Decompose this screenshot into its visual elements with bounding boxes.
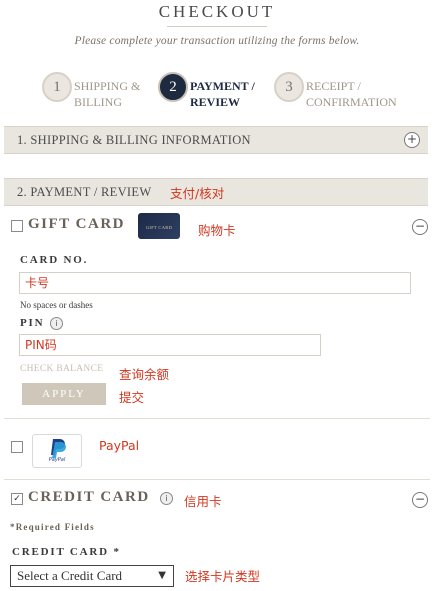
apply-button[interactable]: APPLY <box>22 383 106 405</box>
title-divider <box>167 26 267 27</box>
step-3-label-line1: RECEIPT / <box>306 79 361 93</box>
step-2-label: PAYMENT / REVIEW <box>190 78 255 110</box>
step-1-label: SHIPPING & BILLING <box>74 78 140 110</box>
card-number-input[interactable]: 卡号 <box>19 272 411 294</box>
credit-card-field-label: CREDIT CARD * <box>12 546 121 558</box>
select-card-type-annotation: 选择卡片类型 <box>185 569 261 584</box>
chevron-down-icon: ▼ <box>158 570 166 581</box>
expand-icon[interactable]: + <box>404 132 420 148</box>
shipping-billing-section-header[interactable]: 1. SHIPPING & BILLING INFORMATION + <box>4 126 428 154</box>
step-2-label-line1: PAYMENT / <box>190 79 255 93</box>
paypal-label: PayPal <box>99 438 140 453</box>
step-3-circle: 3 <box>274 72 304 102</box>
gift-card-checkbox[interactable] <box>11 220 23 232</box>
gift-card-annotation: 购物卡 <box>198 223 236 238</box>
pin-info-icon[interactable]: i <box>50 317 63 330</box>
paypal-checkbox[interactable] <box>11 441 23 453</box>
credit-card-select-value: Select a Credit Card <box>17 568 123 583</box>
page-subtitle: Please complete your transaction utilizi… <box>74 35 360 47</box>
card-number-hint: No spaces or dashes <box>20 300 93 310</box>
collapse-gift-card-icon[interactable]: − <box>412 219 428 235</box>
pin-label: PIN <box>20 317 45 329</box>
gift-card-divider <box>4 418 430 419</box>
step-1-circle: 1 <box>42 72 72 102</box>
check-balance-annotation: 查询余额 <box>119 367 170 382</box>
card-number-label: CARD NO. <box>20 254 89 266</box>
required-fields-note: *Required Fields <box>10 522 95 532</box>
apply-annotation: 提交 <box>119 390 145 405</box>
credit-card-info-icon[interactable]: i <box>160 492 173 505</box>
payment-review-section-label: 2. PAYMENT / REVIEW <box>17 185 152 199</box>
step-3-label-line2: CONFIRMATION <box>306 95 397 109</box>
step-1-label-line1: SHIPPING & <box>74 79 141 93</box>
credit-card-annotation: 信用卡 <box>184 494 222 509</box>
credit-card-heading: CREDIT CARD <box>28 489 150 505</box>
credit-card-type-select[interactable]: Select a Credit Card ▼ <box>10 565 174 587</box>
paypal-divider <box>4 479 430 480</box>
check-balance-link[interactable]: CHECK BALANCE <box>20 364 103 374</box>
paypal-logo: PayPal <box>32 434 82 468</box>
payment-review-annotation: 支付/核对 <box>170 186 225 201</box>
shipping-billing-section-label: 1. SHIPPING & BILLING INFORMATION <box>17 133 251 147</box>
step-1-label-line2: BILLING <box>74 95 122 109</box>
paypal-logo-text: PayPal <box>48 457 66 463</box>
gift-card-image: GIFT CARD <box>138 213 180 239</box>
pin-input[interactable]: PIN码 <box>19 334 321 356</box>
step-2-label-line2: REVIEW <box>190 95 241 109</box>
gift-card-heading: GIFT CARD <box>28 216 125 232</box>
step-2-circle: 2 <box>158 72 188 102</box>
payment-review-section-header: 2. PAYMENT / REVIEW 支付/核对 <box>4 178 428 206</box>
page-title: CHECKOUT <box>158 2 276 21</box>
credit-card-checkbox[interactable]: ✓ <box>11 493 23 505</box>
collapse-credit-card-icon[interactable]: − <box>412 492 428 508</box>
step-3-label: RECEIPT / CONFIRMATION <box>306 78 397 110</box>
